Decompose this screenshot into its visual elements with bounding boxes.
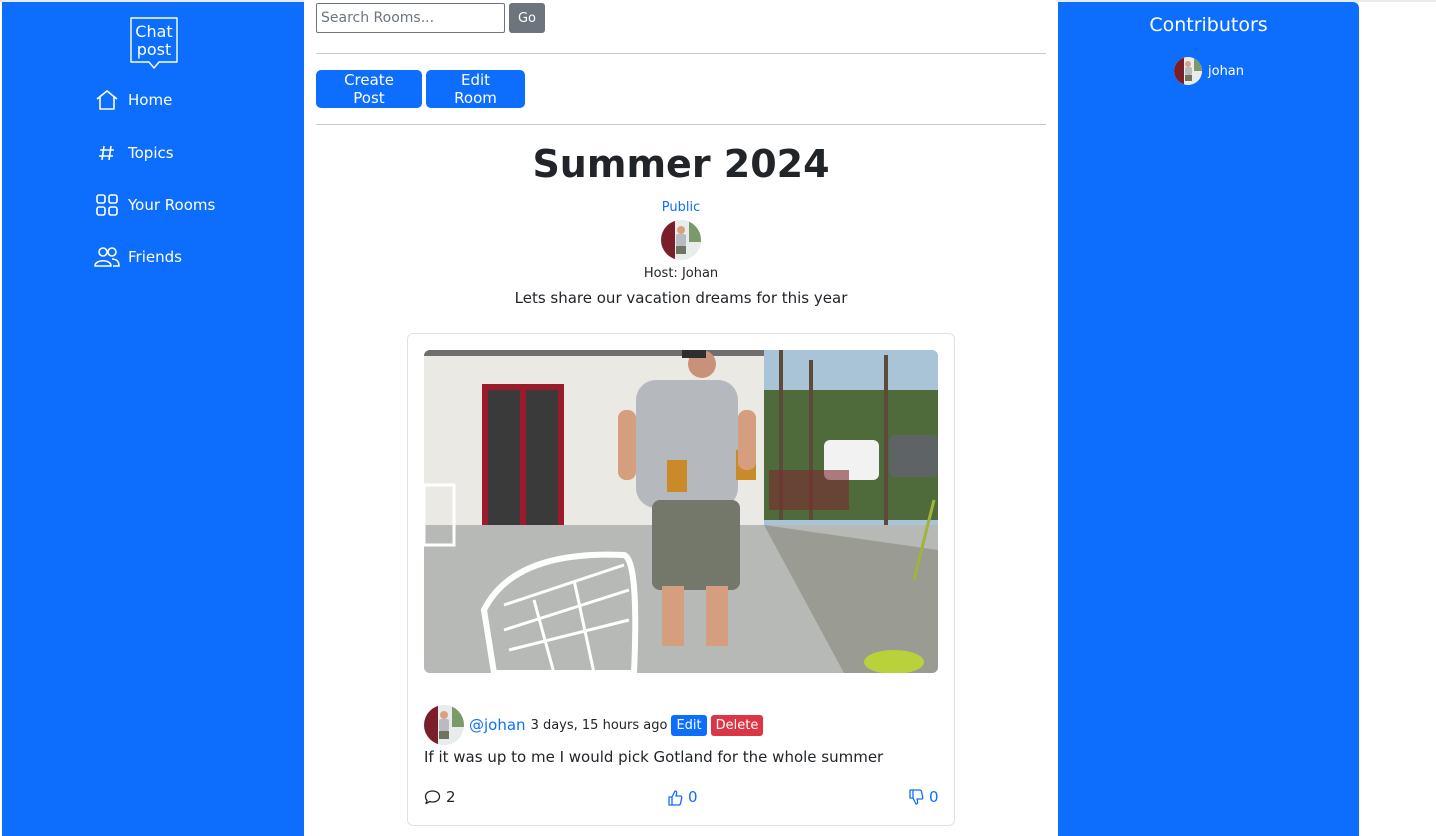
post-meta: @johan 3 days, 15 hours ago Edit Delete: [424, 705, 764, 745]
comment-count: 2: [446, 788, 456, 806]
room-title: Summer 2024: [532, 142, 830, 186]
edit-room-button[interactable]: Edit Room: [426, 70, 525, 108]
chatpost-logo[interactable]: Chat post: [128, 16, 180, 69]
post-author-link[interactable]: @johan: [469, 716, 526, 734]
sidebar-item-topics[interactable]: Topics: [94, 141, 174, 165]
like-count: 0: [688, 788, 698, 806]
people-icon: [94, 245, 120, 269]
contributors-panel: Contributors johan: [1058, 2, 1359, 836]
post-author-avatar[interactable]: [424, 705, 464, 745]
search-input[interactable]: [316, 3, 505, 33]
search-go-button[interactable]: Go: [509, 3, 545, 33]
post-timestamp: 3 days, 15 hours ago: [530, 717, 668, 733]
host-avatar[interactable]: [661, 220, 701, 260]
post-body: If it was up to me I would pick Gotland …: [424, 748, 884, 766]
delete-post-button[interactable]: Delete: [710, 714, 764, 736]
room-description: Lets share our vacation dreams for this …: [514, 289, 848, 307]
post-image[interactable]: [424, 350, 938, 673]
sidebar-item-label: Topics: [128, 144, 174, 162]
divider: [316, 124, 1046, 125]
thumbs-down-icon: [909, 788, 924, 805]
sidebar-item-label: Home: [128, 91, 173, 109]
contributor-item[interactable]: johan: [1174, 57, 1244, 85]
room-visibility-badge[interactable]: Public: [304, 200, 1058, 215]
comment-icon: [424, 789, 441, 804]
sidebar-item-label: Your Rooms: [128, 196, 216, 214]
divider: [316, 53, 1046, 54]
logo-text-line2: post: [137, 40, 172, 59]
logo-text-line1: Chat: [135, 22, 172, 41]
like-button[interactable]: 0: [667, 788, 698, 806]
comments-button[interactable]: 2: [424, 788, 456, 806]
home-icon: [94, 88, 120, 112]
create-post-button[interactable]: Create Post: [316, 70, 422, 108]
sidebar-item-label: Friends: [128, 248, 182, 266]
sidebar-item-home[interactable]: Home: [94, 88, 172, 112]
room-host: Host: Johan: [643, 266, 719, 281]
hash-icon: [94, 141, 120, 165]
dislike-button[interactable]: 0: [908, 788, 939, 806]
contributor-avatar: [1174, 57, 1202, 85]
post-card: @johan 3 days, 15 hours ago Edit Delete …: [407, 333, 955, 826]
edit-post-button[interactable]: Edit: [671, 714, 707, 736]
contributor-name: johan: [1208, 63, 1245, 79]
sidebar-item-friends[interactable]: Friends: [94, 245, 182, 269]
grid-icon: [94, 193, 120, 217]
contributors-title: Contributors: [1149, 14, 1268, 36]
sidebar: Chat post Home Topics Your Rooms Friends: [2, 2, 304, 836]
dislike-count: 0: [929, 788, 939, 806]
main-content: Go Create Post Edit Room Summer 2024 Pub…: [304, 0, 1058, 836]
thumbs-up-icon: [668, 789, 683, 806]
sidebar-item-your-rooms[interactable]: Your Rooms: [94, 193, 215, 217]
